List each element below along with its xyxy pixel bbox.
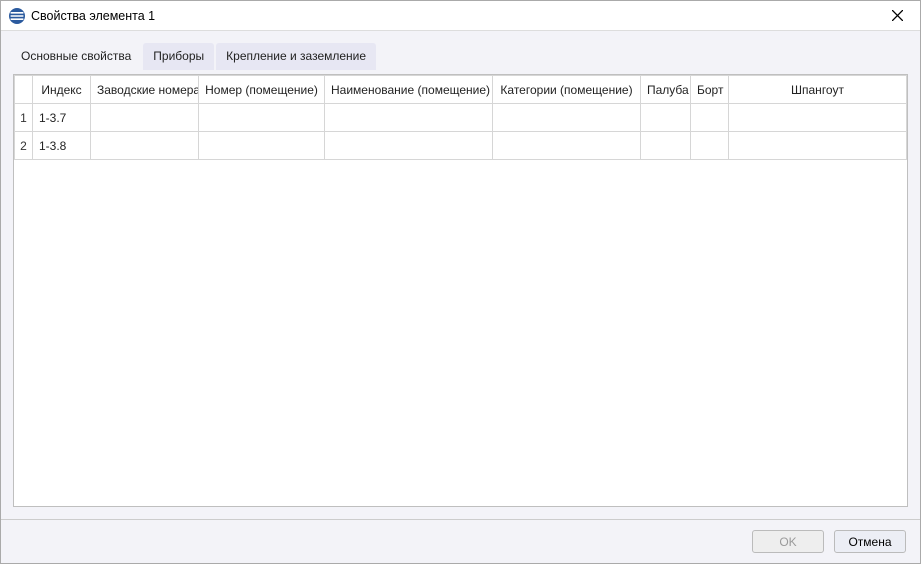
app-icon — [9, 8, 25, 24]
cell-index[interactable]: 1-3.8 — [33, 132, 91, 160]
client-area: Основные свойства Приборы Крепление и за… — [1, 31, 920, 563]
col-serial[interactable]: Заводские номера — [91, 76, 199, 104]
col-rownum[interactable] — [15, 76, 33, 104]
col-room-no[interactable]: Номер (помещение) — [199, 76, 325, 104]
cell-room-cat[interactable] — [493, 104, 641, 132]
col-index[interactable]: Индекс — [33, 76, 91, 104]
table-row[interactable]: 2 1-3.8 — [15, 132, 907, 160]
col-room-name[interactable]: Наименование (помещение) — [325, 76, 493, 104]
tab-devices[interactable]: Приборы — [143, 43, 214, 70]
tab-mounting-grounding[interactable]: Крепление и заземление — [216, 43, 376, 70]
col-room-cat[interactable]: Категории (помещение) — [493, 76, 641, 104]
cell-frame[interactable] — [729, 104, 907, 132]
cell-deck[interactable] — [641, 132, 691, 160]
ok-button[interactable]: OK — [752, 530, 824, 553]
cell-frame[interactable] — [729, 132, 907, 160]
cell-rownum: 2 — [15, 132, 33, 160]
cell-room-name[interactable] — [325, 132, 493, 160]
dialog-footer: OK Отмена — [1, 519, 920, 563]
close-icon — [892, 10, 903, 21]
cell-room-cat[interactable] — [493, 132, 641, 160]
cell-index[interactable]: 1-3.7 — [33, 104, 91, 132]
cell-side[interactable] — [691, 104, 729, 132]
window-title: Свойства элемента 1 — [31, 9, 874, 23]
tab-main-properties[interactable]: Основные свойства — [11, 43, 141, 70]
cancel-button[interactable]: Отмена — [834, 530, 906, 553]
cell-room-no[interactable] — [199, 104, 325, 132]
cell-side[interactable] — [691, 132, 729, 160]
cell-serial[interactable] — [91, 132, 199, 160]
cell-deck[interactable] — [641, 104, 691, 132]
cell-room-name[interactable] — [325, 104, 493, 132]
col-deck[interactable]: Палуба — [641, 76, 691, 104]
tab-bar: Основные свойства Приборы Крепление и за… — [1, 31, 920, 70]
cell-serial[interactable] — [91, 104, 199, 132]
col-frame[interactable]: Шпангоут — [729, 76, 907, 104]
table-header-row: Индекс Заводские номера Номер (помещение… — [15, 76, 907, 104]
devices-table[interactable]: Индекс Заводские номера Номер (помещение… — [14, 75, 907, 160]
cell-room-no[interactable] — [199, 132, 325, 160]
close-button[interactable] — [874, 1, 920, 31]
devices-table-container: Индекс Заводские номера Номер (помещение… — [13, 74, 908, 507]
titlebar: Свойства элемента 1 — [1, 1, 920, 31]
cell-rownum: 1 — [15, 104, 33, 132]
col-side[interactable]: Борт — [691, 76, 729, 104]
table-row[interactable]: 1 1-3.7 — [15, 104, 907, 132]
